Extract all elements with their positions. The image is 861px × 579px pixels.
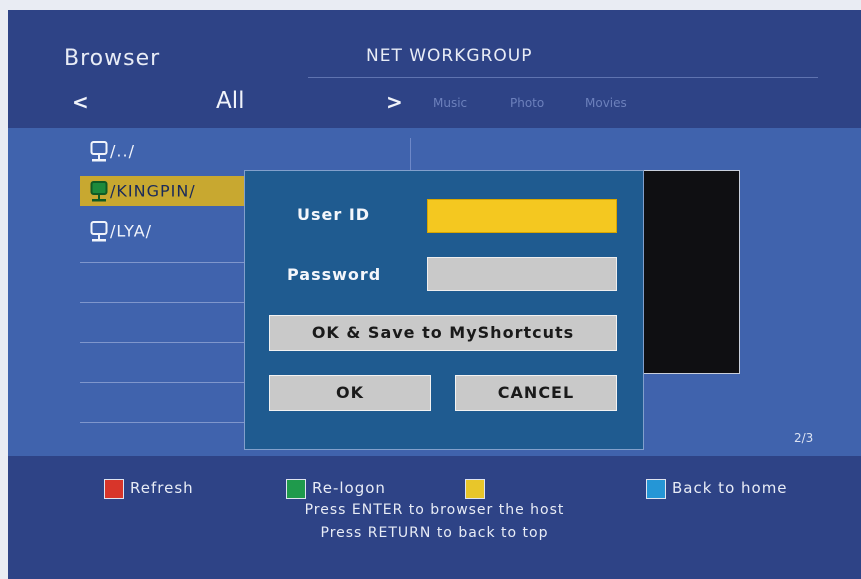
list-item-selected[interactable]: /KINGPIN/ xyxy=(80,176,250,206)
home-key-hint[interactable]: Back to home xyxy=(646,478,788,499)
tab-music[interactable]: Music xyxy=(433,96,467,110)
app-title: Browser xyxy=(64,46,161,71)
list-item-label: /LYA/ xyxy=(110,221,153,241)
blue-key-icon xyxy=(646,478,666,499)
yellow-key-hint[interactable] xyxy=(465,478,491,499)
return-hint: Press RETURN to back to top xyxy=(320,525,549,541)
yellow-key-icon xyxy=(465,478,485,499)
next-category-button[interactable]: > xyxy=(386,90,403,114)
network-computer-icon xyxy=(90,219,108,245)
network-computer-icon xyxy=(90,179,108,205)
login-dialog: User ID Password OK & Save to MyShortcut… xyxy=(244,170,644,450)
relogon-label: Re-logon xyxy=(312,479,386,497)
footer-bar: Refresh Re-logon Back to home Press ENTE… xyxy=(8,456,861,579)
tv-screen: Browser NET WORKGROUP < All > Music Phot… xyxy=(8,10,861,579)
green-key-icon xyxy=(286,478,306,499)
list-separator xyxy=(80,302,250,303)
enter-hint: Press ENTER to browser the host xyxy=(304,502,565,518)
refresh-label: Refresh xyxy=(130,479,194,497)
workgroup-title: NET WORKGROUP xyxy=(366,46,533,66)
list-separator xyxy=(80,342,250,343)
list-separator xyxy=(80,262,250,263)
user-id-field[interactable] xyxy=(427,199,617,233)
preview-pane xyxy=(642,170,740,374)
page-indicator: 2/3 xyxy=(794,431,814,445)
password-label: Password xyxy=(287,265,382,284)
user-id-label: User ID xyxy=(297,205,371,224)
category-selector[interactable]: All xyxy=(216,88,245,114)
password-field[interactable] xyxy=(427,257,617,291)
list-separator xyxy=(80,382,250,383)
header-bar: Browser NET WORKGROUP < All > Music Phot… xyxy=(8,10,861,128)
save-shortcut-button[interactable]: OK & Save to MyShortcuts xyxy=(269,315,617,351)
ok-button[interactable]: OK xyxy=(269,375,431,411)
refresh-key-hint[interactable]: Refresh xyxy=(104,478,194,499)
list-item-label: /../ xyxy=(110,141,135,161)
list-item-label: /KINGPIN/ xyxy=(110,181,196,201)
tab-movies[interactable]: Movies xyxy=(585,96,627,110)
list-separator xyxy=(80,422,250,423)
cancel-button[interactable]: CANCEL xyxy=(455,375,617,411)
prev-category-button[interactable]: < xyxy=(72,90,89,114)
list-item[interactable]: /../ xyxy=(80,136,250,166)
list-item[interactable]: /LYA/ xyxy=(80,216,250,246)
network-computer-icon xyxy=(90,139,108,165)
relogon-key-hint[interactable]: Re-logon xyxy=(286,478,386,499)
header-divider xyxy=(308,77,818,78)
home-label: Back to home xyxy=(672,479,788,497)
red-key-icon xyxy=(104,478,124,499)
tab-photo[interactable]: Photo xyxy=(510,96,544,110)
